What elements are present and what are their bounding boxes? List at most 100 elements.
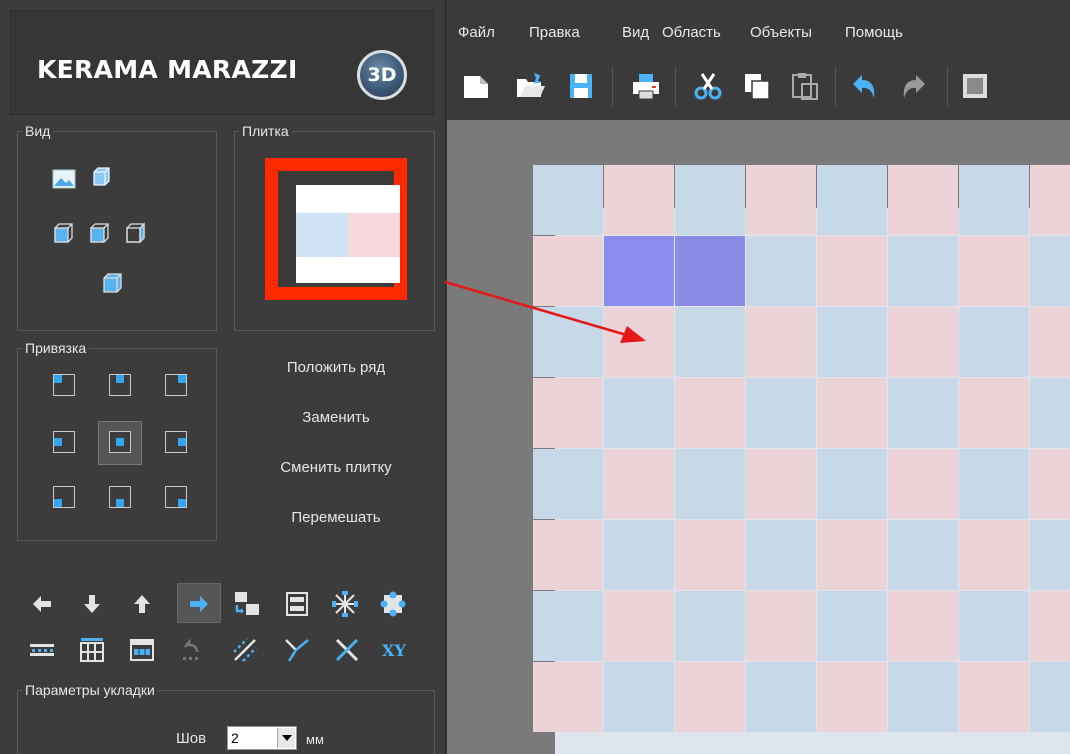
floor-tile[interactable] <box>533 165 603 235</box>
floor-tile[interactable] <box>746 378 816 448</box>
anchor-top-right[interactable] <box>165 374 187 396</box>
anchor-bottom-left[interactable] <box>53 486 75 508</box>
floor-tile[interactable] <box>959 236 1029 306</box>
save-icon[interactable] <box>565 70 597 102</box>
floor-tile[interactable] <box>533 236 603 306</box>
floor-tile[interactable] <box>888 165 958 235</box>
floor-tile[interactable] <box>817 591 887 661</box>
floor-tile[interactable] <box>746 449 816 519</box>
floor-tile[interactable] <box>675 165 745 235</box>
replace-button[interactable]: Заменить <box>236 409 436 426</box>
floor-tile[interactable] <box>675 520 745 590</box>
selected-tile[interactable] <box>675 236 745 306</box>
floor-tile[interactable] <box>959 662 1029 732</box>
cut-icon[interactable] <box>692 70 724 102</box>
floor-tile[interactable] <box>888 591 958 661</box>
seam-select[interactable]: 2 <box>227 726 297 750</box>
floor-tile[interactable] <box>675 449 745 519</box>
paste-icon[interactable] <box>789 70 821 102</box>
view-right-icon[interactable] <box>124 221 148 245</box>
anchor-middle-right[interactable] <box>165 431 187 453</box>
floor-tile[interactable] <box>604 591 674 661</box>
floor-tile[interactable] <box>959 449 1029 519</box>
floor-tile[interactable] <box>675 591 745 661</box>
floor-tile[interactable] <box>817 307 887 377</box>
floor-canvas[interactable] <box>447 120 1070 754</box>
floor-tile[interactable] <box>604 520 674 590</box>
anchor-middle-left[interactable] <box>53 431 75 453</box>
copy-icon[interactable] <box>741 70 773 102</box>
floor-tile[interactable] <box>817 165 887 235</box>
calendar-grid-icon[interactable] <box>127 635 157 665</box>
floor-tile[interactable] <box>533 307 603 377</box>
spacing-grid-icon[interactable] <box>77 635 107 665</box>
floor-tile[interactable] <box>817 378 887 448</box>
view-top-icon[interactable] <box>101 271 125 295</box>
y-split-icon[interactable] <box>281 635 311 665</box>
undo-icon[interactable] <box>849 70 881 102</box>
arrow-left-icon[interactable] <box>27 589 57 619</box>
floor-tile[interactable] <box>533 520 603 590</box>
menu-view[interactable]: Вид <box>622 24 649 41</box>
floor-tile[interactable] <box>675 307 745 377</box>
cross-icon[interactable] <box>332 635 362 665</box>
floor-tile[interactable] <box>817 520 887 590</box>
chevron-down-icon[interactable] <box>277 728 295 748</box>
redo-icon[interactable] <box>897 70 929 102</box>
floor-tile[interactable] <box>1030 307 1070 377</box>
floor-tile[interactable] <box>746 307 816 377</box>
menu-file[interactable]: Файл <box>458 24 495 41</box>
shuffle-button[interactable]: Перемешать <box>236 509 436 526</box>
floor-tile[interactable] <box>746 520 816 590</box>
floor-tile[interactable] <box>1030 165 1070 235</box>
menu-help[interactable]: Помощь <box>845 24 903 41</box>
view-2d-image-icon[interactable] <box>52 167 76 191</box>
floor-tile[interactable] <box>888 378 958 448</box>
open-folder-icon[interactable] <box>514 70 546 102</box>
floor-tile[interactable] <box>888 236 958 306</box>
rows-icon[interactable] <box>282 589 312 619</box>
puzzle-icon[interactable] <box>378 589 408 619</box>
floor-tile[interactable] <box>1030 520 1070 590</box>
view-front-icon[interactable] <box>88 221 112 245</box>
menu-edit[interactable]: Правка <box>529 24 580 41</box>
floor-tile[interactable] <box>1030 662 1070 732</box>
selected-tile[interactable] <box>604 236 674 306</box>
anchor-top-center[interactable] <box>109 374 131 396</box>
view-3d-icon[interactable] <box>88 165 112 189</box>
floor-tile[interactable] <box>959 591 1029 661</box>
menu-objects[interactable]: Объекты <box>750 24 812 41</box>
floor-tile[interactable] <box>746 591 816 661</box>
floor-tiles[interactable] <box>533 165 1070 754</box>
floor-tile[interactable] <box>817 449 887 519</box>
new-file-icon[interactable] <box>460 70 492 102</box>
floor-tile[interactable] <box>1030 236 1070 306</box>
floor-tile[interactable] <box>675 378 745 448</box>
floor-tile[interactable] <box>533 662 603 732</box>
floor-tile[interactable] <box>746 236 816 306</box>
arrow-up-icon[interactable] <box>127 589 157 619</box>
floor-tile[interactable] <box>1030 378 1070 448</box>
diagonal-icon[interactable] <box>230 635 260 665</box>
floor-tile[interactable] <box>888 307 958 377</box>
floor-tile[interactable] <box>888 520 958 590</box>
change-tile-button[interactable]: Сменить плитку <box>236 459 436 476</box>
tile-preview-highlight[interactable] <box>265 158 407 300</box>
floor-tile[interactable] <box>533 591 603 661</box>
floor-tile[interactable] <box>959 165 1029 235</box>
floor-tile[interactable] <box>604 449 674 519</box>
arrow-right-icon[interactable] <box>184 589 214 619</box>
print-icon[interactable] <box>630 70 662 102</box>
floor-tile[interactable] <box>1030 449 1070 519</box>
floor-tile[interactable] <box>888 449 958 519</box>
floor-tile[interactable] <box>1030 591 1070 661</box>
floor-tile[interactable] <box>817 236 887 306</box>
arrow-down-icon[interactable] <box>77 589 107 619</box>
xy-icon[interactable]: XY <box>380 635 410 665</box>
view-left-icon[interactable] <box>52 221 76 245</box>
frame-icon[interactable] <box>959 70 991 102</box>
floor-tile[interactable] <box>604 662 674 732</box>
anchor-bottom-center[interactable] <box>109 486 131 508</box>
floor-tile[interactable] <box>746 662 816 732</box>
snowflake-icon[interactable] <box>330 589 360 619</box>
